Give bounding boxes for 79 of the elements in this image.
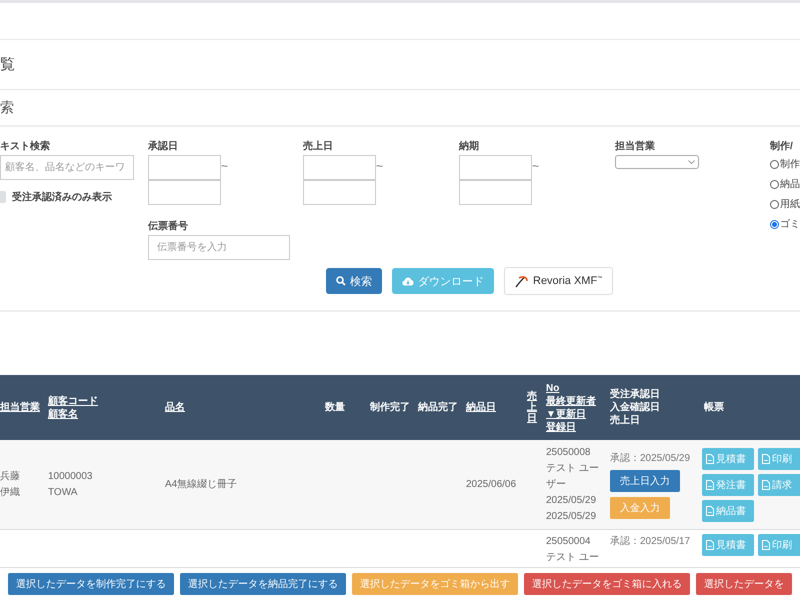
approval-date: 承認：2025/05/17 [610, 534, 692, 548]
field-label: 売上日 [303, 140, 334, 154]
date-from-input[interactable] [459, 155, 532, 180]
column-header: 制作完了 [370, 401, 411, 414]
field-label: 納期 [459, 140, 480, 154]
radio-label: 納品 [780, 178, 800, 191]
document-icon [706, 506, 714, 516]
section-title: 索 [0, 98, 14, 116]
table-cell-text: 伊織 [0, 486, 21, 500]
table-cell-text: 10000003 [48, 470, 94, 484]
document-icon [706, 454, 714, 464]
row-action-button[interactable]: 売上日入力 [610, 470, 680, 492]
cloud-download-icon [402, 276, 414, 286]
table-cell-text: 2025/05/29 [546, 510, 598, 524]
document-icon [706, 540, 714, 550]
chevron-down-icon [688, 160, 695, 164]
sort-link[interactable]: 顧客コード [48, 394, 165, 408]
table-cell-text: 25050004 [546, 535, 592, 549]
search-icon [336, 276, 346, 286]
radio-button[interactable] [770, 200, 779, 208]
date-to-input[interactable] [303, 180, 376, 205]
radio-label: ゴミ [780, 218, 800, 231]
sort-link[interactable]: 品名 [165, 401, 325, 414]
approval-date: 承認：2025/05/29 [610, 452, 692, 464]
table-cell-text: TOWA [48, 486, 78, 500]
field-label: キスト検索 [0, 140, 51, 154]
checkbox-label: 受注承認済みのみ表示 [12, 190, 112, 204]
document-icon [762, 480, 770, 490]
table-cell-text: テスト ユーザー [546, 462, 600, 492]
sort-link[interactable]: 担当営業 [0, 401, 48, 414]
bulk-action-button[interactable]: 選択したデータを制作完了にする [8, 573, 174, 595]
table-cell-text: 2025/05/29 [546, 494, 598, 508]
column-header: 帳票 [704, 401, 725, 414]
bulk-action-button[interactable]: 選択したデータを納品完了にする [180, 573, 346, 595]
sort-link[interactable]: 登録日 [546, 420, 610, 434]
date-to-input[interactable] [148, 180, 221, 205]
field-label: 承認日 [148, 140, 179, 154]
range-separator: ~ [532, 159, 540, 173]
table-cell-text: テスト ユー [546, 551, 600, 565]
slip-number-input[interactable]: 伝票番号を入力 [148, 235, 290, 260]
logo-button[interactable]: Revoria XMF$^{™}$ [504, 267, 614, 295]
document-icon [706, 480, 714, 490]
sales-rep-select[interactable] [615, 155, 699, 169]
bulk-action-button[interactable]: 選択したデータをゴミ箱に入れる [524, 573, 690, 595]
field-label: 伝票番号 [148, 220, 189, 234]
column-header: 納品完了 [418, 401, 459, 414]
range-separator: ~ [221, 159, 228, 173]
radio-button[interactable] [770, 160, 779, 168]
radio-button[interactable] [770, 220, 779, 228]
sort-link[interactable]: ▼更新日 [546, 408, 610, 420]
sort-link[interactable]: 売上日 [527, 391, 537, 424]
field-label: 担当営業 [615, 140, 656, 154]
table-cell-text: A4無線綴じ冊子 [165, 478, 238, 492]
search-button[interactable]: 検索 [326, 268, 382, 294]
table-cell-text: 2025/06/06 [466, 478, 518, 492]
radio-label: 用紙 [780, 198, 800, 211]
field-label: 制作/ [770, 140, 794, 154]
page-title: 覧 [0, 55, 15, 74]
table-cell-text: 兵藤 [0, 470, 21, 484]
sort-link[interactable]: 顧客名 [48, 408, 165, 420]
sort-link[interactable]: 最終更新者 [546, 394, 610, 408]
document-icon [762, 454, 770, 464]
sort-link[interactable]: No [546, 382, 610, 394]
column-header: 入金確認日 [610, 401, 661, 414]
column-header: 受注承認日 [610, 388, 661, 401]
column-header: 数量 [325, 401, 346, 414]
bulk-action-button[interactable]: 選択したデータを [696, 573, 792, 595]
column-header: 売上日 [610, 414, 641, 427]
keyword-input[interactable]: 顧客名、品名などのキーワ [0, 155, 134, 180]
radio-label: 制作 [780, 158, 800, 171]
table-cell-text: 25050008 [546, 446, 592, 460]
swoosh-icon [515, 274, 529, 288]
document-icon [762, 540, 770, 550]
date-from-input[interactable] [303, 155, 376, 180]
sort-link[interactable]: 納品日 [466, 401, 527, 414]
date-from-input[interactable] [148, 155, 221, 180]
radio-button[interactable] [770, 180, 779, 188]
range-separator: ~ [376, 159, 384, 173]
date-to-input[interactable] [459, 180, 532, 205]
